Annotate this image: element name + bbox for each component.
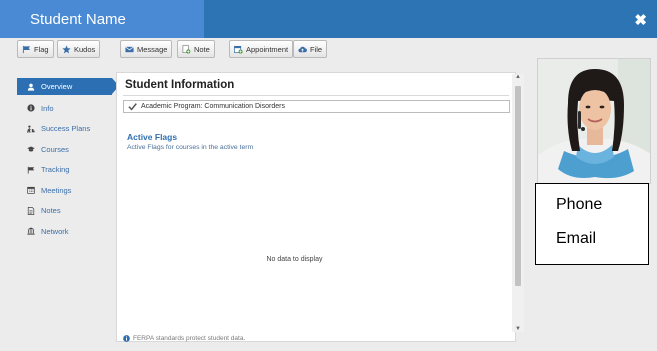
sidebar-item-label: Tracking xyxy=(41,165,70,175)
graduation-cap-icon xyxy=(27,146,35,152)
star-icon xyxy=(62,44,71,53)
calendar-icon xyxy=(27,187,35,194)
flag-icon xyxy=(22,45,31,53)
appointment-button[interactable]: Appointment xyxy=(229,40,294,58)
checkmark-icon xyxy=(128,103,137,111)
student-photo xyxy=(537,58,651,184)
institution-icon xyxy=(27,227,35,235)
student-profile-window: Student Name ✖ Flag Kudos Message Note A… xyxy=(0,0,657,351)
student-information-panel: Student Information Academic Program: Co… xyxy=(116,72,516,342)
sidebar-item-label: Courses xyxy=(41,144,69,154)
sidebar-item-label: Success Plans xyxy=(41,124,91,134)
student-name: Student Name xyxy=(30,11,126,28)
empty-state-text: No data to display xyxy=(266,256,323,263)
close-icon[interactable]: ✖ xyxy=(634,11,647,29)
ferpa-notice-text: FERPA standards protect student data. xyxy=(133,335,246,342)
student-name-tab: Student Name xyxy=(0,0,204,38)
sidebar-item-label: Network xyxy=(41,226,69,236)
scroll-up-arrow-icon[interactable]: ▲ xyxy=(512,74,524,80)
sidebar-item-tracking[interactable]: Tracking xyxy=(17,160,112,181)
active-flags-heading[interactable]: Active Flags xyxy=(127,132,177,142)
ferpa-notice: FERPA standards protect student data. xyxy=(123,335,245,342)
sidebar-item-courses[interactable]: Courses xyxy=(17,139,112,160)
active-flags-subtitle: Active Flags for courses in the active t… xyxy=(127,144,254,151)
flag-icon xyxy=(27,166,35,174)
title-divider xyxy=(123,95,509,96)
contact-info-box: Phone Email xyxy=(535,183,649,265)
message-button[interactable]: Message xyxy=(120,40,173,58)
title-bar: Student Name ✖ xyxy=(0,0,657,38)
sidebar-nav: Overview Info Success Plans Courses Trac… xyxy=(17,78,119,242)
academic-program-row: Academic Program: Communication Disorder… xyxy=(123,100,510,113)
file-button[interactable]: File xyxy=(293,40,328,58)
note-button[interactable]: Note xyxy=(177,40,215,58)
sidebar-item-overview[interactable]: Overview xyxy=(17,78,119,95)
sidebar-item-label: Notes xyxy=(41,206,61,216)
message-button-label: Message xyxy=(137,44,168,54)
kudos-button-label: Kudos xyxy=(74,44,96,54)
sidebar-item-label: Info xyxy=(41,103,54,113)
sidebar-item-network[interactable]: Network xyxy=(17,221,112,242)
document-icon xyxy=(27,206,35,215)
academic-program-label: Academic Program: Communication Disorder… xyxy=(141,103,285,110)
panel-title: Student Information xyxy=(125,79,235,91)
flag-button-label: Flag xyxy=(34,44,49,54)
calendar-add-icon xyxy=(234,45,243,54)
note-add-icon xyxy=(182,44,191,54)
sidebar-item-label: Overview xyxy=(41,82,73,91)
kudos-button[interactable]: Kudos xyxy=(57,40,101,58)
scroll-thumb[interactable] xyxy=(515,86,521,286)
file-button-label: File xyxy=(310,44,323,54)
sidebar-item-success-plans[interactable]: Success Plans xyxy=(17,119,112,140)
success-plans-icon xyxy=(27,125,35,133)
sidebar-item-notes[interactable]: Notes xyxy=(17,201,112,222)
contact-email[interactable]: Email xyxy=(556,230,596,248)
contact-phone[interactable]: Phone xyxy=(556,196,602,214)
info-icon xyxy=(27,104,35,112)
appointment-button-label: Appointment xyxy=(246,44,289,54)
note-button-label: Note xyxy=(194,44,210,54)
sidebar-item-meetings[interactable]: Meetings xyxy=(17,180,112,201)
envelope-icon xyxy=(125,46,134,52)
flag-button[interactable]: Flag xyxy=(17,40,54,58)
info-icon xyxy=(123,335,130,342)
cloud-upload-icon xyxy=(298,46,307,52)
panel-scrollbar[interactable]: ▲ ▼ xyxy=(512,74,524,332)
scroll-down-arrow-icon[interactable]: ▼ xyxy=(512,326,524,332)
user-icon xyxy=(27,83,35,91)
sidebar-item-label: Meetings xyxy=(41,185,72,195)
sidebar-item-info[interactable]: Info xyxy=(17,98,112,119)
